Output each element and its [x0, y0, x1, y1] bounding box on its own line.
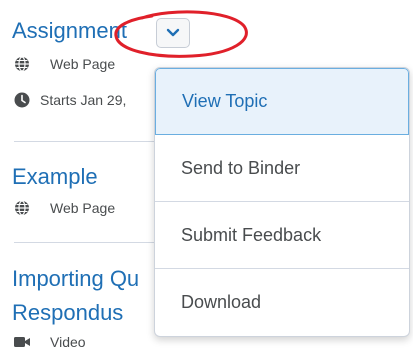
- topic-title-assignment[interactable]: Assignment: [12, 18, 127, 44]
- topic-start-date: Starts Jan 29,: [40, 92, 127, 108]
- menu-item-submit-feedback[interactable]: Submit Feedback: [155, 202, 409, 269]
- list-divider: [14, 141, 164, 142]
- list-divider: [14, 242, 164, 243]
- topic-meta-type: Web Page: [14, 56, 115, 72]
- topic-title-example[interactable]: Example: [12, 164, 98, 190]
- topic-meta-type: Web Page: [14, 200, 115, 216]
- chevron-down-icon: [166, 28, 180, 38]
- menu-item-download[interactable]: Download: [155, 269, 409, 336]
- topic-type-label: Web Page: [50, 200, 116, 216]
- topic-title-importing-line2[interactable]: Respondus: [12, 300, 123, 326]
- topic-meta-date: Starts Jan 29,: [14, 92, 126, 108]
- topic-actions-dropdown-button[interactable]: [156, 18, 190, 48]
- topic-type-label: Video: [50, 334, 86, 350]
- topic-title-importing[interactable]: Importing Qu: [12, 266, 139, 292]
- globe-icon: [14, 200, 30, 216]
- globe-icon: [14, 56, 30, 72]
- menu-item-send-to-binder[interactable]: Send to Binder: [155, 135, 409, 202]
- topic-type-label: Web Page: [50, 56, 116, 72]
- menu-item-view-topic[interactable]: View Topic: [155, 68, 409, 135]
- topic-meta-type: Video: [14, 334, 86, 350]
- video-icon: [14, 334, 30, 350]
- clock-icon: [14, 92, 30, 108]
- topic-actions-menu: View Topic Send to Binder Submit Feedbac…: [154, 67, 410, 337]
